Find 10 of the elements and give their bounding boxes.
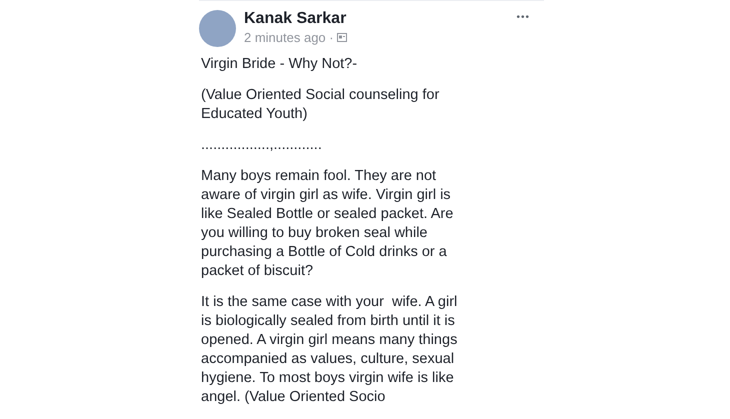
post-paragraph: Virgin Bride - Why Not?- [201, 55, 358, 74]
author-name[interactable]: Kanak Sarkar [244, 9, 508, 29]
audience-icon [336, 33, 347, 42]
post-paragraph: .................,............ [201, 136, 323, 155]
post-paragraph: (Value Oriented Social counseling for Educated Youth) [201, 86, 440, 124]
post-time[interactable]: 2 minutes ago · [244, 29, 334, 46]
more-options[interactable]: ••• [516, 12, 530, 23]
post-paragraph: It is the same case with your wife. A girl is biologically sealed from birth until it is opened. A virgin girl means many things accompanied as values, culture, sexual hygiene. To most boys virgin wife is like angel. (Value Oriented Socio [201, 293, 458, 407]
post-paragraph: Many boys remain fool. They are not aware of virgin girl as wife. Virgin girl is like Sealed Bottle or sealed packet. Are you willing to buy broken seal while purchasing a Bottle of Cold drinks or a packet of biscuit? [201, 167, 454, 281]
avatar[interactable] [199, 10, 236, 47]
